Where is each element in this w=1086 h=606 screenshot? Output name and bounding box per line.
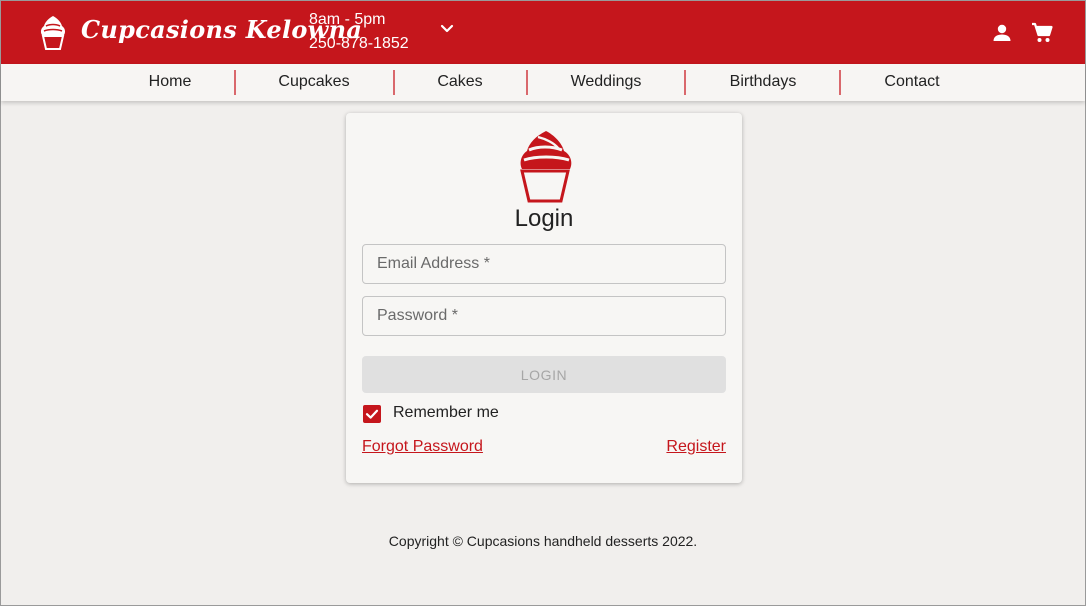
phone-number: 250-878-1852 xyxy=(309,35,409,52)
nav-separator xyxy=(234,70,236,95)
nav-item-cupcakes[interactable]: Cupcakes xyxy=(278,64,349,101)
copyright-text: Copyright © Cupcasions handheld desserts… xyxy=(388,533,698,549)
nav-separator xyxy=(526,70,528,95)
cart-icon[interactable] xyxy=(1030,21,1054,45)
nav-item-contact[interactable]: Contact xyxy=(884,64,939,101)
login-title: Login xyxy=(514,205,574,232)
password-field[interactable] xyxy=(362,296,726,336)
remember-me-label[interactable]: Remember me xyxy=(393,404,499,422)
nav-separator xyxy=(684,70,686,95)
top-bar: Cupcasions Kelowna 8am - 5pm 250-878-185… xyxy=(1,1,1085,64)
nav-item-weddings[interactable]: Weddings xyxy=(571,64,642,101)
login-card: Login LOGIN Remember me Forgot Password … xyxy=(346,113,742,483)
chevron-down-icon[interactable] xyxy=(437,19,457,39)
business-hours: 8am - 5pm xyxy=(309,11,386,28)
account-icon[interactable] xyxy=(991,22,1013,44)
nav-item-home[interactable]: Home xyxy=(149,64,192,101)
cupcake-icon[interactable] xyxy=(39,15,67,51)
nav-separator xyxy=(393,70,395,95)
main-nav: Home Cupcakes Cakes Weddings Birthdays C… xyxy=(1,64,1085,101)
nav-item-birthdays[interactable]: Birthdays xyxy=(730,64,797,101)
email-field[interactable] xyxy=(362,244,726,284)
nav-separator xyxy=(839,70,841,95)
remember-me-checkbox[interactable] xyxy=(363,405,381,423)
nav-item-cakes[interactable]: Cakes xyxy=(437,64,482,101)
register-link[interactable]: Register xyxy=(666,438,726,456)
cupcake-logo-icon xyxy=(520,131,572,203)
forgot-password-link[interactable]: Forgot Password xyxy=(362,438,483,456)
login-button[interactable]: LOGIN xyxy=(362,356,726,393)
